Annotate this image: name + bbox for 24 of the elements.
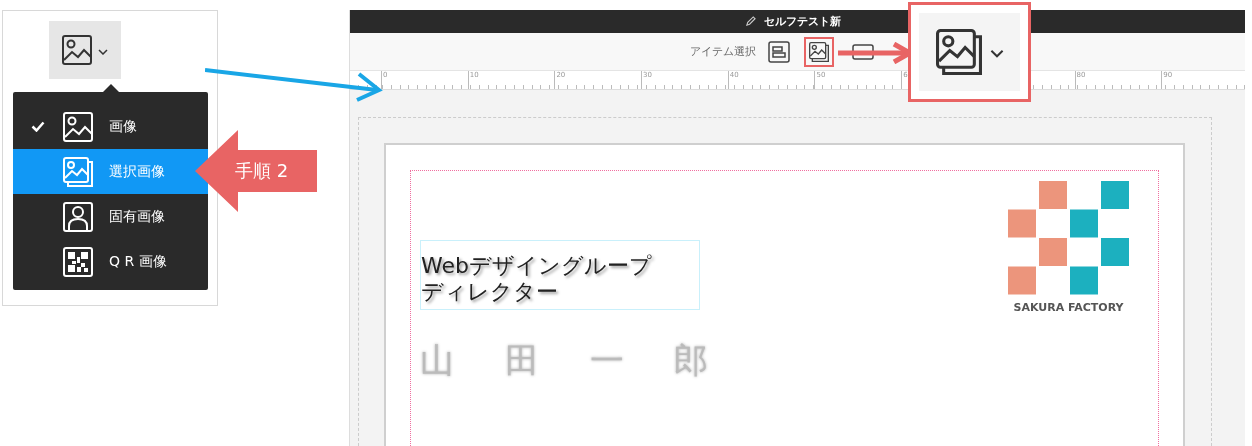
job-title: Webデザイングループ	[421, 253, 653, 279]
layout-icon[interactable]	[768, 40, 790, 63]
text-frame[interactable]: Webデザイングループ ディレクター	[420, 240, 700, 310]
qr-code-icon	[63, 246, 93, 277]
image-tool-button[interactable]	[919, 13, 1020, 91]
images-icon	[809, 41, 829, 62]
image-tool-button[interactable]	[804, 36, 834, 67]
images-icon	[63, 156, 93, 187]
person-image-icon	[63, 201, 93, 232]
chevron-down-icon	[989, 48, 1004, 58]
job-title: ディレクター	[421, 279, 559, 305]
pencil-icon	[744, 16, 756, 27]
logo-text: SAKURA FACTORY	[1013, 301, 1124, 314]
chevron-down-icon	[98, 49, 108, 55]
box-icon[interactable]	[852, 43, 874, 60]
image-icon	[63, 111, 93, 142]
images-icon	[935, 29, 982, 75]
image-icon	[62, 35, 92, 65]
image-dropdown-button[interactable]	[49, 21, 121, 79]
person-name: 山 田 一 郎	[420, 339, 711, 382]
menu-item[interactable]: Q R 画像	[13, 239, 208, 284]
window-title: セルフテスト新	[763, 14, 841, 29]
check-icon	[31, 121, 45, 132]
toolbar-label: アイテム選択	[690, 44, 756, 59]
